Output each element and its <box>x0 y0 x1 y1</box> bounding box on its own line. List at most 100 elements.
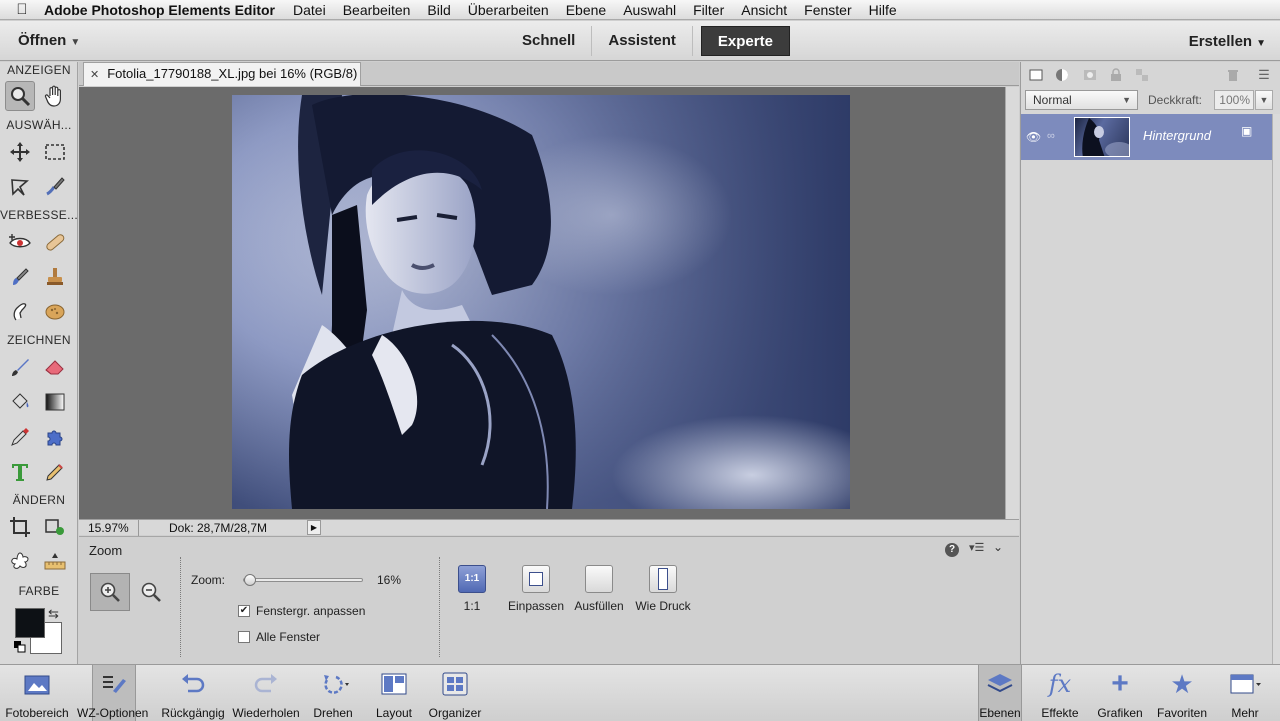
marquee-tool-button[interactable] <box>40 137 70 167</box>
adjustment-layer-icon[interactable] <box>1053 66 1071 84</box>
pencil-tool-button[interactable] <box>40 457 70 487</box>
smart-brush-tool-button[interactable] <box>5 262 35 292</box>
eraser-tool-button[interactable] <box>40 352 70 382</box>
eraser-icon <box>45 360 64 375</box>
quick-selection-tool-button[interactable] <box>40 171 70 201</box>
favorites-button[interactable]: ★ Favoriten <box>1152 665 1212 721</box>
all-windows-checkbox[interactable] <box>238 631 250 643</box>
link-icon[interactable]: ∞ <box>1047 130 1055 142</box>
menu-ueberarbeiten[interactable]: Überarbeiten <box>468 2 549 18</box>
close-icon[interactable]: ✕ <box>90 69 99 81</box>
layer-name[interactable]: Hintergrund <box>1143 128 1211 143</box>
custom-shape-tool-button[interactable] <box>40 422 70 452</box>
lock-icon[interactable] <box>1107 66 1125 84</box>
layers-icon <box>979 665 1021 703</box>
tab-assistent[interactable]: Assistent <box>592 26 693 56</box>
menu-datei[interactable]: Datei <box>293 2 326 18</box>
straighten-tool-button[interactable] <box>40 547 70 577</box>
canvas-vertical-scrollbar[interactable] <box>1005 87 1019 519</box>
tab-schnell[interactable]: Schnell <box>506 26 593 56</box>
trash-icon[interactable] <box>1224 66 1242 84</box>
move-tool-button[interactable] <box>5 137 35 167</box>
swap-colors-icon[interactable]: ⇆ <box>48 606 59 622</box>
menu-fenster[interactable]: Fenster <box>804 2 851 18</box>
gradient-tool-button[interactable] <box>40 387 70 417</box>
zoom-in-button[interactable] <box>90 573 130 611</box>
zoom-slider[interactable] <box>243 574 363 586</box>
redo-button[interactable]: Wiederholen <box>230 665 302 721</box>
red-eye-tool-button[interactable] <box>5 227 35 257</box>
more-button[interactable]: Mehr <box>1222 665 1268 721</box>
zoom-value[interactable]: 16% <box>377 573 401 587</box>
sponge-tool-button[interactable] <box>40 296 70 326</box>
menu-ebene[interactable]: Ebene <box>566 2 606 18</box>
cookie-cutter-tool-button[interactable] <box>5 547 35 577</box>
lasso-tool-button[interactable] <box>5 171 35 201</box>
collapse-chevron-icon[interactable]: ⌄ <box>993 540 1003 554</box>
menu-ansicht[interactable]: Ansicht <box>741 2 787 18</box>
photo-bin-button[interactable]: Fotobereich <box>0 665 74 721</box>
marquee-icon <box>45 144 65 160</box>
rotate-button[interactable]: Drehen <box>308 665 358 721</box>
finger-icon <box>13 303 27 321</box>
menu-bearbeiten[interactable]: Bearbeiten <box>343 2 411 18</box>
crop-tool-button[interactable] <box>5 512 35 542</box>
stamp-icon <box>47 268 63 285</box>
panel-menu-icon[interactable]: ☰ <box>1255 66 1273 84</box>
visibility-eye-icon[interactable]: 👁 <box>1026 130 1041 144</box>
hand-tool-button[interactable] <box>40 81 70 111</box>
photo-bin-label: Fotobereich <box>5 706 69 720</box>
view-print-size-button[interactable]: Wie Druck <box>623 565 703 613</box>
graphics-label: Grafiken <box>1097 706 1143 720</box>
status-zoom-value[interactable]: 15.97% <box>88 521 129 535</box>
new-layer-icon[interactable] <box>1027 66 1045 84</box>
resize-windows-option[interactable]: ✔ Fenstergr. anpassen <box>238 604 365 618</box>
clone-stamp-tool-button[interactable] <box>40 262 70 292</box>
zoom-slider-knob[interactable] <box>244 574 256 586</box>
tool-options-button[interactable]: WZ-Optionen <box>77 665 148 721</box>
undo-button[interactable]: Rückgängig <box>158 665 228 721</box>
help-icon[interactable]: ? <box>945 543 959 557</box>
blend-mode-select[interactable]: Normal ▼ <box>1025 90 1138 110</box>
layout-button[interactable]: Layout <box>370 665 418 721</box>
layers-panel-button[interactable]: Ebenen <box>978 665 1022 721</box>
app-name[interactable]: Adobe Photoshop Elements Editor <box>44 2 275 18</box>
document-image[interactable] <box>232 95 850 509</box>
paint-bucket-tool-button[interactable] <box>5 387 35 417</box>
menu-hilfe[interactable]: Hilfe <box>869 2 897 18</box>
tab-experte[interactable]: Experte <box>700 26 790 56</box>
layers-scrollbar[interactable] <box>1272 114 1280 664</box>
layer-mask-icon[interactable] <box>1081 66 1099 84</box>
tool-options-panel: Zoom ? ▾☰ ⌄ Zoom: 16% ✔ Fenstergr. anpas… <box>79 536 1019 664</box>
layer-thumbnail <box>1074 117 1130 157</box>
menu-bild[interactable]: Bild <box>427 2 450 18</box>
default-colors-icon[interactable] <box>14 640 26 653</box>
panel-menu-icon[interactable]: ▾☰ <box>969 541 984 554</box>
lock-transparency-icon[interactable] <box>1133 66 1151 84</box>
brush-tool-button[interactable] <box>5 352 35 382</box>
foreground-color-swatch[interactable] <box>15 608 45 638</box>
zoom-tool-button[interactable] <box>5 81 35 111</box>
menu-filter[interactable]: Filter <box>693 2 724 18</box>
zoom-out-button[interactable] <box>132 573 170 611</box>
document-tab[interactable]: ✕ Fotolia_17790188_XL.jpg bei 16% (RGB/8) <box>83 62 361 86</box>
organizer-button[interactable]: Organizer <box>424 665 486 721</box>
resize-windows-checkbox[interactable]: ✔ <box>238 605 250 617</box>
eyedropper-tool-button[interactable] <box>5 422 35 452</box>
play-arrow-icon[interactable]: ▶ <box>307 520 321 535</box>
open-button[interactable]: Öffnen ▼ <box>18 32 80 49</box>
healing-tool-button[interactable] <box>40 227 70 257</box>
graphics-button[interactable]: + Grafiken <box>1094 665 1146 721</box>
blur-tool-button[interactable] <box>5 296 35 326</box>
all-windows-option[interactable]: Alle Fenster <box>238 630 320 644</box>
recompose-tool-button[interactable] <box>40 512 70 542</box>
apple-icon[interactable]:  <box>0 1 44 18</box>
opacity-dropdown-icon[interactable]: ▼ <box>1255 90 1273 110</box>
menu-auswahl[interactable]: Auswahl <box>623 2 676 18</box>
create-button[interactable]: Erstellen ▼ <box>1189 33 1266 50</box>
opacity-field[interactable]: 100% <box>1214 90 1254 110</box>
layer-row-background[interactable]: 👁 ∞ Hintergrund ▣ <box>1021 114 1272 160</box>
text-tool-button[interactable] <box>5 457 35 487</box>
effects-button[interactable]: fx Effekte <box>1036 665 1084 721</box>
crop-icon <box>10 517 30 537</box>
